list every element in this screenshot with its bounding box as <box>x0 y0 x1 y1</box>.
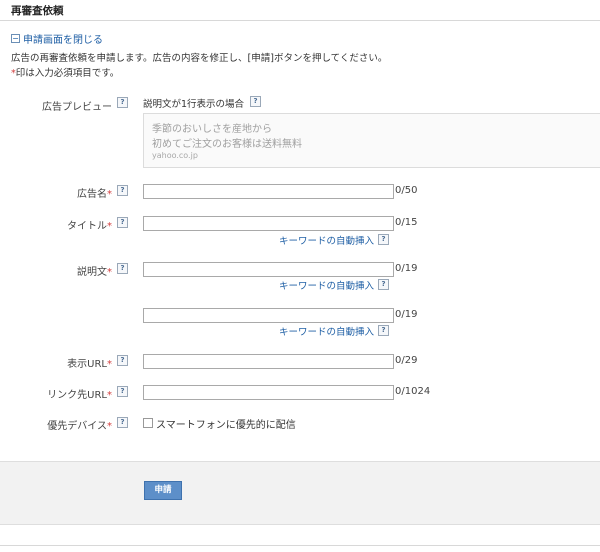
device-label-text: 優先デバイス <box>47 421 107 432</box>
preview-heading-text: 説明文が1行表示の場合 <box>143 99 245 110</box>
title-input[interactable] <box>143 216 394 231</box>
ad-preview-box: 季節のおいしさを産地から 初めてご注文のお客様は送料無料 yahoo.co.jp <box>143 113 600 168</box>
required-mark: * <box>107 421 112 432</box>
instruction-text: 広告の再審査依頼を申請します。広告の内容を修正し、[申請]ボタンを押してください… <box>11 53 388 64</box>
link-url-count: 0/1024 <box>395 386 431 397</box>
display-url-label: 表示URL* <box>12 355 112 370</box>
description-input-2[interactable] <box>143 308 394 323</box>
description-input-1[interactable] <box>143 262 394 277</box>
action-bar <box>0 461 600 525</box>
help-icon[interactable]: ? <box>378 279 389 290</box>
description-1-count: 0/19 <box>395 263 418 274</box>
link-url-label: リンク先URL* <box>12 386 112 401</box>
description-2-keyword-insert-link[interactable]: キーワードの自動挿入 <box>279 324 374 338</box>
preview-line-1: 季節のおいしさを産地から <box>152 124 272 135</box>
required-mark: * <box>107 189 112 200</box>
ad-name-input[interactable] <box>143 184 394 199</box>
minus-square-icon: − <box>11 34 20 43</box>
link-url-input[interactable] <box>143 385 394 400</box>
close-form-toggle[interactable]: − 申請画面を閉じる <box>11 31 103 46</box>
ad-name-count: 0/50 <box>395 185 418 196</box>
link-url-label-text: リンク先URL <box>47 390 107 401</box>
description-label: 説明文* <box>12 263 112 278</box>
required-mark: * <box>107 267 112 278</box>
display-url-label-text: 表示URL <box>67 359 107 370</box>
help-icon[interactable]: ? <box>250 96 261 107</box>
required-mark: * <box>107 359 112 370</box>
preview-heading: 説明文が1行表示の場合 <box>143 96 244 110</box>
submit-button[interactable]: 申請 <box>144 481 182 500</box>
description-2-count: 0/19 <box>395 309 418 320</box>
ad-name-label-text: 広告名 <box>77 189 107 200</box>
required-note: *印は入力必須項目です。 <box>11 65 119 79</box>
title-label: タイトル* <box>12 217 112 232</box>
required-note-text: 印は入力必須項目です。 <box>15 68 120 79</box>
smartphone-priority-checkbox[interactable] <box>143 418 153 428</box>
title-label-text: タイトル <box>67 221 107 232</box>
preview-url: yahoo.co.jp <box>152 151 198 160</box>
display-url-count: 0/29 <box>395 355 418 366</box>
smartphone-priority-label[interactable]: スマートフォンに優先的に配信 <box>156 416 296 431</box>
preview-line-2: 初めてご注文のお客様は送料無料 <box>152 139 302 150</box>
help-icon[interactable]: ? <box>117 386 128 397</box>
title-count: 0/15 <box>395 217 418 228</box>
help-icon[interactable]: ? <box>117 263 128 274</box>
header-divider <box>0 20 600 21</box>
help-icon[interactable]: ? <box>117 217 128 228</box>
ad-name-label: 広告名* <box>12 185 112 200</box>
help-icon[interactable]: ? <box>378 325 389 336</box>
device-label: 優先デバイス* <box>12 417 112 432</box>
help-icon[interactable]: ? <box>117 97 128 108</box>
description-label-text: 説明文 <box>77 267 107 278</box>
help-icon[interactable]: ? <box>378 234 389 245</box>
page-title: 再審査依頼 <box>11 5 64 17</box>
description-1-keyword-insert-link[interactable]: キーワードの自動挿入 <box>279 278 374 292</box>
required-mark: * <box>107 221 112 232</box>
title-keyword-insert-link[interactable]: キーワードの自動挿入 <box>279 233 374 247</box>
preview-label: 広告プレビュー <box>42 102 112 113</box>
display-url-input[interactable] <box>143 354 394 369</box>
required-mark: * <box>107 390 112 401</box>
help-icon[interactable]: ? <box>117 355 128 366</box>
help-icon[interactable]: ? <box>117 417 128 428</box>
bottom-divider <box>0 545 600 546</box>
close-form-label: 申請画面を閉じる <box>23 35 103 46</box>
help-icon[interactable]: ? <box>117 185 128 196</box>
